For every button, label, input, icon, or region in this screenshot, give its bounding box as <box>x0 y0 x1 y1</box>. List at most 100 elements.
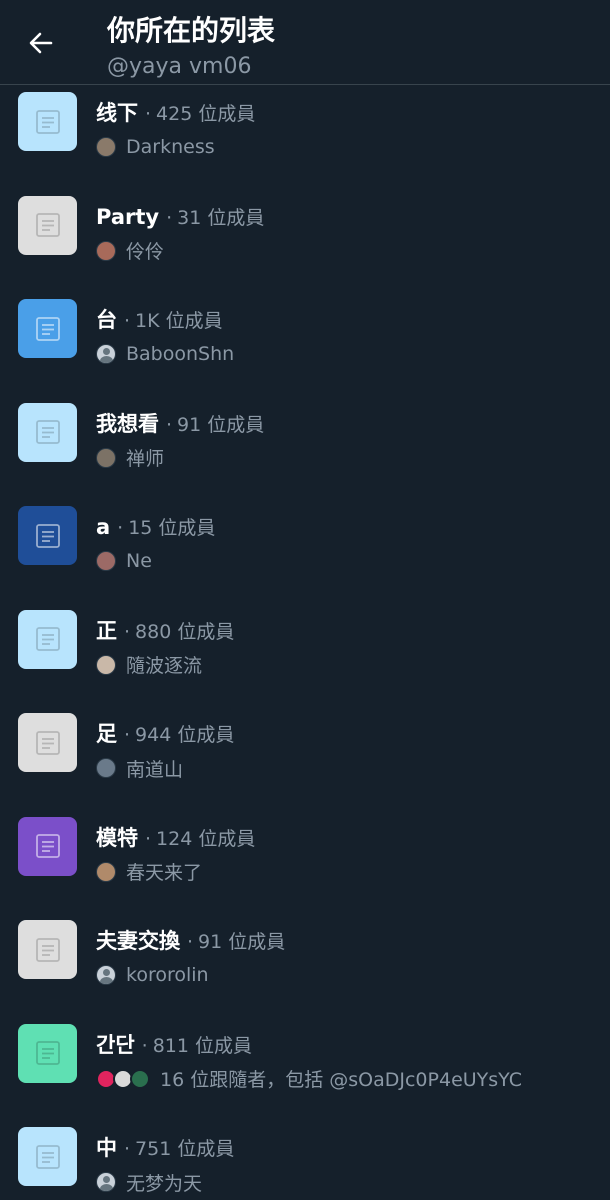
list-name: 夫妻交換 <box>96 929 180 953</box>
default-avatar-icon <box>96 344 116 364</box>
member-count: 425 位成員 <box>156 103 256 125</box>
top-header: 你所在的列表 @yaya vm06 <box>0 0 610 85</box>
list-document-icon <box>35 213 60 237</box>
owner-line: 无梦为天 <box>96 1169 202 1195</box>
list-item[interactable]: 我想看 · 91 位成員禅师 <box>0 373 610 477</box>
list-item[interactable]: 간단 · 811 位成員 16 位跟隨者，包括 @sOaDJc0P4eUYsYC <box>0 994 610 1098</box>
separator-dot: · <box>124 1138 131 1160</box>
owner-name: 无梦为天 <box>126 1172 203 1195</box>
list-item[interactable]: 正 · 880 位成員隨波逐流 <box>0 580 610 684</box>
list-item[interactable]: 台 · 1K 位成員 BaboonShn <box>0 269 610 373</box>
avatar <box>96 861 116 882</box>
separator-dot: · <box>187 931 194 953</box>
list-title-line: 中 · 751 位成員 <box>96 1133 234 1164</box>
list-document-icon <box>35 937 60 962</box>
owner-name: BaboonShn <box>126 343 235 365</box>
list-title-line: 我想看 · 91 位成員 <box>96 409 264 440</box>
list-title-line: 台 · 1K 位成員 <box>96 305 223 336</box>
owner-name: 春天来了 <box>126 862 203 884</box>
list-document-icon <box>35 627 60 651</box>
separator-dot: · <box>145 103 152 125</box>
list-document-icon <box>35 1041 60 1065</box>
member-count: 1K 位成員 <box>135 310 223 332</box>
list-thumbnail <box>18 713 77 772</box>
list-thumbnail <box>18 299 77 358</box>
list-item[interactable]: 中 · 751 位成員无梦为天 <box>0 1097 610 1200</box>
separator-dot: · <box>166 413 173 436</box>
list-item[interactable]: 足 · 944 位成員 南道山 <box>0 683 610 787</box>
avatar <box>96 654 116 675</box>
owner-line: 伶伶 <box>96 238 164 264</box>
list-document-icon <box>35 1144 60 1169</box>
avatar <box>96 240 116 261</box>
list-name: Party <box>96 204 160 229</box>
list-document-icon <box>35 316 60 341</box>
separator-dot: · <box>141 1034 148 1057</box>
list-item[interactable]: 模特 · 124 位成員 春天来了 <box>0 787 610 891</box>
owner-line: kororolin <box>96 962 209 988</box>
list-item[interactable]: a · 15 位成員 Ne <box>0 476 610 580</box>
list-thumbnail <box>18 402 77 462</box>
list-title-line: a · 15 位成員 <box>96 512 215 543</box>
owner-name: 南道山 <box>126 758 184 781</box>
owner-line: 南道山 <box>96 755 183 781</box>
avatar <box>130 1068 150 1089</box>
back-button[interactable] <box>20 22 62 64</box>
owner-name: 16 位跟隨者，包括 @sOaDJc0P4eUYsYC <box>160 1069 523 1091</box>
member-count: 880 位成員 <box>135 620 235 643</box>
owner-name: 伶伶 <box>126 241 165 263</box>
list-name: 台 <box>96 308 117 332</box>
default-avatar-icon <box>96 965 116 985</box>
list-item[interactable]: 夫妻交換 · 91 位成員 kororolin <box>0 890 610 994</box>
list-name: 线下 <box>96 101 138 125</box>
list-title-line: 模特 · 124 位成員 <box>96 823 255 854</box>
owner-name: Darkness <box>126 136 215 158</box>
owner-name: 禅师 <box>126 448 165 470</box>
separator-dot: · <box>145 827 152 850</box>
separator-dot: · <box>166 206 173 229</box>
list-item[interactable]: Party · 31 位成員 伶伶 <box>0 166 610 270</box>
list-document-icon <box>35 109 60 134</box>
page-title: 你所在的列表 <box>107 14 276 47</box>
list-name: 中 <box>96 1136 117 1160</box>
member-count: 811 位成員 <box>152 1034 252 1057</box>
separator-dot: · <box>124 310 131 332</box>
list-thumbnail <box>18 195 77 255</box>
member-count: 944 位成員 <box>135 724 235 746</box>
list-name: a <box>96 515 111 539</box>
owner-line: Darkness <box>96 134 215 160</box>
member-count: 91 位成員 <box>177 413 265 436</box>
list-title-line: 正 · 880 位成員 <box>96 616 234 647</box>
list-document-icon <box>35 523 60 548</box>
user-handle: @yaya vm06 <box>107 54 252 79</box>
owner-line: 隨波逐流 <box>96 652 202 678</box>
list-document-icon <box>35 834 60 858</box>
owner-name: kororolin <box>126 964 209 986</box>
separator-dot: · <box>124 620 131 643</box>
avatar <box>96 137 116 157</box>
follower-avatars <box>96 1068 150 1089</box>
avatar <box>96 758 116 778</box>
member-count: 751 位成員 <box>135 1138 235 1160</box>
list-thumbnail <box>18 506 77 565</box>
avatar <box>96 447 116 468</box>
list-title-line: 线下 · 425 位成員 <box>96 98 255 129</box>
list-thumbnail <box>18 609 77 669</box>
member-count: 91 位成員 <box>198 931 286 953</box>
owner-line: 16 位跟隨者，包括 @sOaDJc0P4eUYsYC <box>96 1066 522 1092</box>
avatar <box>96 551 116 571</box>
list-name: 간단 <box>96 1032 135 1057</box>
list-title-line: Party · 31 位成員 <box>96 202 264 233</box>
list-thumbnail <box>18 1127 77 1186</box>
list-document-icon <box>35 420 60 444</box>
member-count: 15 位成員 <box>128 517 216 539</box>
list-name: 模特 <box>96 825 138 850</box>
list-thumbnail <box>18 92 77 151</box>
member-count: 31 位成員 <box>177 206 265 229</box>
list-title-line: 夫妻交換 · 91 位成員 <box>96 926 285 957</box>
owner-line: BaboonShn <box>96 341 234 367</box>
owner-line: Ne <box>96 548 152 574</box>
list-thumbnail <box>18 816 77 876</box>
lists-container: 线下 · 425 位成員 Darkness Party · 31 位成員 伶伶台 · 1K 位成員… <box>0 62 610 1200</box>
list-document-icon <box>35 730 60 755</box>
